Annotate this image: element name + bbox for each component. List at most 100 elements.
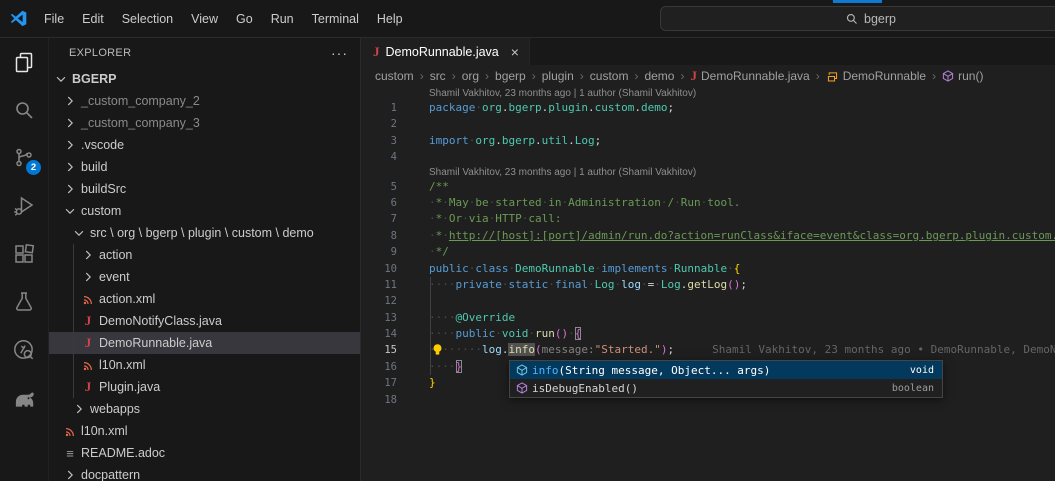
line-number[interactable]: 17 xyxy=(361,375,397,391)
line-number[interactable]: 15 xyxy=(361,342,397,358)
line-number[interactable]: 5 xyxy=(361,179,397,195)
menu-selection[interactable]: Selection xyxy=(113,8,182,30)
line-number[interactable]: 12 xyxy=(361,293,397,309)
breadcrumb-item-custom[interactable]: custom xyxy=(375,69,414,83)
tab-close-icon[interactable]: × xyxy=(511,44,519,60)
menu-run[interactable]: Run xyxy=(262,8,303,30)
menu-file[interactable]: File xyxy=(35,8,73,30)
code-line-4[interactable]: 4 xyxy=(361,149,1055,165)
code-text: ·*·http://[host]:[port]/admin/run.do?act… xyxy=(429,228,1055,244)
chevron-right-icon xyxy=(62,94,78,108)
menu-edit[interactable]: Edit xyxy=(73,8,113,30)
xml-file-icon xyxy=(80,359,96,372)
line-number[interactable]: 6 xyxy=(361,195,397,211)
vscode-window: FileEditSelectionViewGoRunTerminalHelp ←… xyxy=(0,0,1055,481)
tree-item-webapps[interactable]: webapps xyxy=(49,398,360,420)
line-number[interactable]: 1 xyxy=(361,100,397,116)
suggest-item-info-string-message-obje[interactable]: info(String message, Object... args)void xyxy=(510,361,942,379)
menu-go[interactable]: Go xyxy=(227,8,262,30)
code-line-9[interactable]: 9·*/ xyxy=(361,244,1055,260)
breadcrumb-item-demorunnable[interactable]: DemoRunnable xyxy=(826,69,926,83)
line-number[interactable]: 8 xyxy=(361,228,397,244)
code-line-14[interactable]: 14····public·void·run()·{ xyxy=(361,326,1055,342)
breadcrumb-item-org[interactable]: org xyxy=(462,69,479,83)
tree-item--vscode[interactable]: .vscode xyxy=(49,134,360,156)
search-box[interactable]: bgerp xyxy=(660,6,1055,31)
tree-item-label: Plugin.java xyxy=(99,380,160,394)
code-line-10[interactable]: 10public·class·DemoRunnable·implements·R… xyxy=(361,261,1055,277)
breadcrumb-item-src[interactable]: src xyxy=(430,69,446,83)
line-number[interactable]: 10 xyxy=(361,261,397,277)
tree-item-label: docpattern xyxy=(81,468,140,481)
tree-item-action[interactable]: action xyxy=(49,244,360,266)
menu-terminal[interactable]: Terminal xyxy=(303,8,368,30)
code-line-8[interactable]: 8 ·*·http://[host]:[port]/admin/run.do?ac… xyxy=(361,228,1055,244)
tree-item--custom-company-3[interactable]: _custom_company_3 xyxy=(49,112,360,134)
suggest-item-isdebugenabled-[interactable]: isDebugEnabled()boolean xyxy=(510,379,942,397)
testing-icon[interactable] xyxy=(0,278,48,326)
code-line-6[interactable]: 6·*·May·be·started·in·Administration·/·R… xyxy=(361,195,1055,211)
menu-help[interactable]: Help xyxy=(368,8,412,30)
method-symbol-icon xyxy=(516,364,532,376)
chevron-down-icon xyxy=(62,204,78,218)
tree-item-custom[interactable]: custom xyxy=(49,200,360,222)
tree-item-buildsrc[interactable]: buildSrc xyxy=(49,178,360,200)
tree-item-plugin-java[interactable]: JPlugin.java xyxy=(49,376,360,398)
codelens-blame[interactable]: Shamil Vakhitov, 23 months ago | 1 autho… xyxy=(429,87,696,100)
tree-item-bgerp[interactable]: BGERP xyxy=(49,68,360,90)
tree-item-readme-adoc[interactable]: ≡README.adoc xyxy=(49,442,360,464)
tree-item-docpattern[interactable]: docpattern xyxy=(49,464,360,481)
line-number[interactable]: 11 xyxy=(361,277,397,293)
line-number[interactable]: 9 xyxy=(361,244,397,260)
breadcrumb-item-bgerp[interactable]: bgerp xyxy=(495,69,526,83)
tree-item--custom-company-2[interactable]: _custom_company_2 xyxy=(49,90,360,112)
source-control-icon[interactable]: 2 xyxy=(0,134,48,182)
menu-view[interactable]: View xyxy=(182,8,227,30)
extensions-icon[interactable] xyxy=(0,230,48,278)
line-number[interactable]: 3 xyxy=(361,133,397,149)
tab-demorunnable[interactable]: J DemoRunnable.java × xyxy=(361,38,530,65)
search-sidebar-icon[interactable] xyxy=(0,86,48,134)
code-text: ····@Override xyxy=(429,310,1055,326)
run-and-debug-icon[interactable] xyxy=(0,182,48,230)
code-line-11[interactable]: 11····private·static·final·Log·log·=·Log… xyxy=(361,277,1055,293)
editor-group: J DemoRunnable.java × custom›src›org›bge… xyxy=(361,38,1055,481)
code-line-12[interactable]: 12 xyxy=(361,293,1055,309)
gradle-icon[interactable] xyxy=(0,374,48,422)
line-number[interactable]: 4 xyxy=(361,149,397,165)
inline-blame: Shamil Vakhitov, 23 months ago • DemoRun… xyxy=(712,343,1055,356)
line-number[interactable]: 14 xyxy=(361,326,397,342)
line-number[interactable]: 7 xyxy=(361,211,397,227)
tree-item-demorunnable-java[interactable]: JDemoRunnable.java xyxy=(49,332,360,354)
code-line-5[interactable]: 5/** xyxy=(361,179,1055,195)
code-line-2[interactable]: 2 xyxy=(361,116,1055,132)
breadcrumb-label: custom xyxy=(375,69,414,83)
breadcrumb-item-custom[interactable]: custom xyxy=(590,69,629,83)
tree-item-l10n-xml[interactable]: l10n.xml xyxy=(49,354,360,376)
code-line-7[interactable]: 7·*·Or·via·HTTP·call: xyxy=(361,211,1055,227)
tree-item-action-xml[interactable]: action.xml xyxy=(49,288,360,310)
tree-item-l10n-xml[interactable]: l10n.xml xyxy=(49,420,360,442)
breadcrumb-item-plugin[interactable]: plugin xyxy=(542,69,574,83)
tree-item-demonotifyclass-java[interactable]: JDemoNotifyClass.java xyxy=(49,310,360,332)
breadcrumb-item-run-[interactable]: run() xyxy=(942,69,983,83)
inspection-extension-icon[interactable] xyxy=(0,326,48,374)
line-number[interactable]: 18 xyxy=(361,392,397,408)
code-line-15[interactable]: 15········log.info(message:"Started.");S… xyxy=(361,342,1055,358)
line-number[interactable]: 2 xyxy=(361,116,397,132)
breadcrumb-separator: › xyxy=(634,69,638,83)
tree-item-build[interactable]: build xyxy=(49,156,360,178)
codelens-blame[interactable]: Shamil Vakhitov, 23 months ago | 1 autho… xyxy=(429,166,696,179)
code-line-1[interactable]: 1package·org.bgerp.plugin.custom.demo; xyxy=(361,100,1055,116)
code-line-3[interactable]: 3import·org.bgerp.util.Log; xyxy=(361,133,1055,149)
breadcrumb-item-demorunnable-java[interactable]: JDemoRunnable.java xyxy=(690,68,809,84)
code-line-13[interactable]: 13 ····@Override xyxy=(361,310,1055,326)
sidebar-more-actions-button[interactable]: ··· xyxy=(331,45,348,61)
line-number[interactable]: 13 xyxy=(361,310,397,326)
breadcrumb-item-demo[interactable]: demo xyxy=(644,69,674,83)
line-number[interactable]: 16 xyxy=(361,359,397,375)
tree-item-event[interactable]: event xyxy=(49,266,360,288)
java-file-icon: J xyxy=(690,68,697,84)
explorer-icon[interactable] xyxy=(0,38,48,86)
tree-item-src-org-bgerp-plugin-custom-demo[interactable]: src \ org \ bgerp \ plugin \ custom \ de… xyxy=(49,222,360,244)
